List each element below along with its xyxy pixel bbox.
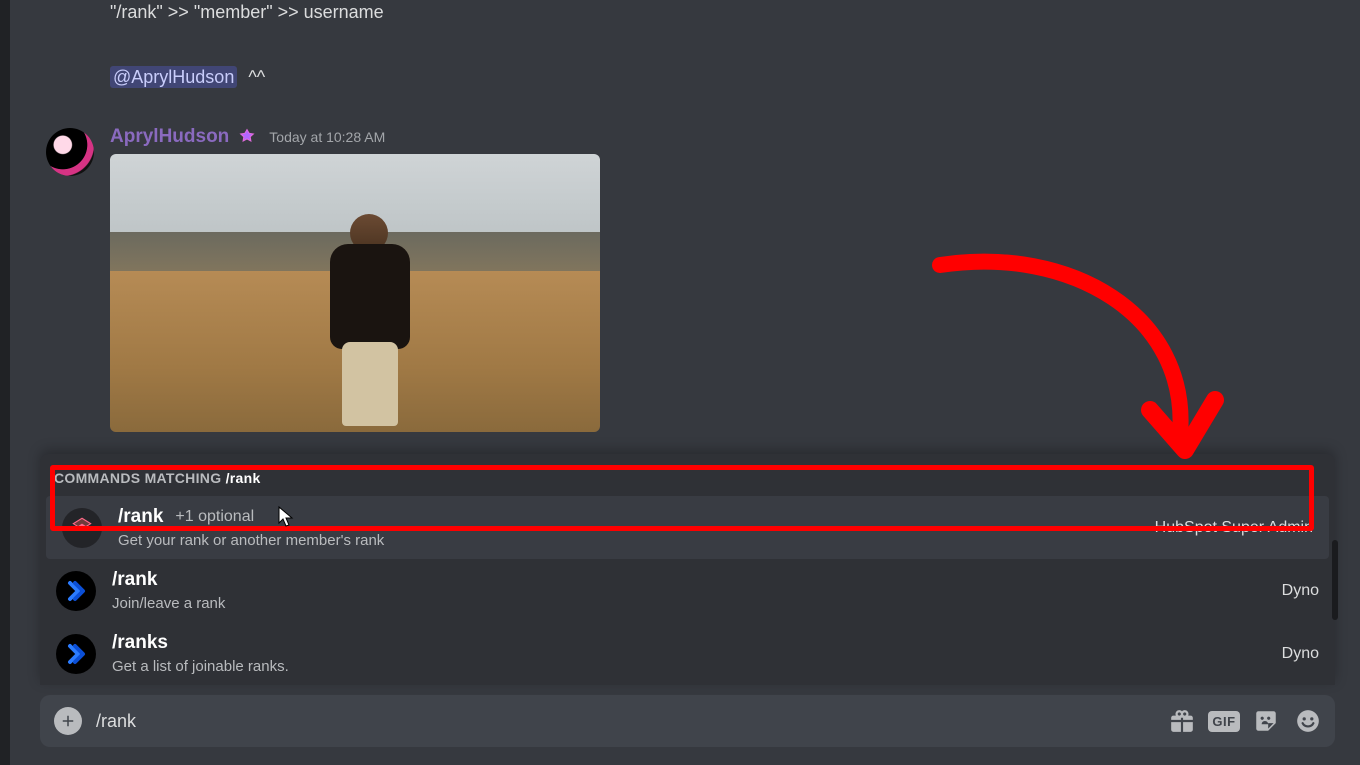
bot-avatar-icon [56,634,96,674]
autocomplete-header: Commands Matching /rank [40,464,1335,496]
sticker-picker-button[interactable] [1253,708,1279,734]
message-text: "/rank" >> "member" >> username [110,0,1335,25]
emoji-picker-button[interactable] [1295,708,1321,734]
avatar[interactable] [46,128,94,176]
command-optional-badge: +1 optional [175,508,254,526]
server-list-edge [0,0,10,765]
autocomplete-header-label: Commands Matching [54,470,221,486]
scrollbar-thumb[interactable] [1332,540,1338,620]
message-input-bar: GIF [40,695,1335,747]
command-source: Dyno [1282,645,1319,663]
autocomplete-query: /rank [226,470,261,486]
bot-avatar-icon [62,508,102,548]
attach-button[interactable] [54,707,82,735]
input-actions: GIF [1169,708,1321,734]
command-option-body: /rank Join/leave a rank [112,569,1266,612]
command-name: /ranks [112,632,168,654]
command-description: Get your rank or another member's rank [118,532,1139,549]
command-option-ranks-dyno[interactable]: /ranks Get a list of joinable ranks. Dyn… [40,622,1335,685]
command-option-rank-hubspot[interactable]: /rank +1 optional Get your rank or anoth… [46,496,1329,559]
gif-attachment[interactable] [110,154,600,432]
command-description: Join/leave a rank [112,595,1266,612]
message: AprylHudson Today at 10:28 AM [40,126,1335,432]
user-mention[interactable]: @AprylHudson [110,66,237,88]
command-name: /rank [118,506,163,528]
slash-command-autocomplete: Commands Matching /rank /rank +1 optiona… [40,454,1335,685]
gif-picker-button[interactable]: GIF [1211,708,1237,734]
gif-badge-label: GIF [1208,711,1239,732]
gift-icon[interactable] [1169,708,1195,734]
command-option-body: /rank +1 optional Get your rank or anoth… [118,506,1139,549]
command-option-body: /ranks Get a list of joinable ranks. [112,632,1266,675]
command-source: Dyno [1282,582,1319,600]
message-previous: "/rank" >> "member" >> username @AprylHu… [40,0,1335,88]
command-description: Get a list of joinable ranks. [112,658,1266,675]
bot-avatar-icon [56,571,96,611]
command-source: HubSpot Super Admin [1155,519,1313,537]
username-link[interactable]: AprylHudson [110,126,229,148]
message-header: AprylHudson Today at 10:28 AM [110,126,1335,148]
command-option-rank-dyno[interactable]: /rank Join/leave a rank Dyno [40,559,1335,622]
command-name: /rank [112,569,157,591]
mention-row: @AprylHudson ^^ [110,67,1335,88]
message-input[interactable] [96,711,1155,732]
timestamp: Today at 10:28 AM [269,129,385,145]
booster-badge-icon [237,127,257,147]
caret-text: ^^ [248,67,265,87]
